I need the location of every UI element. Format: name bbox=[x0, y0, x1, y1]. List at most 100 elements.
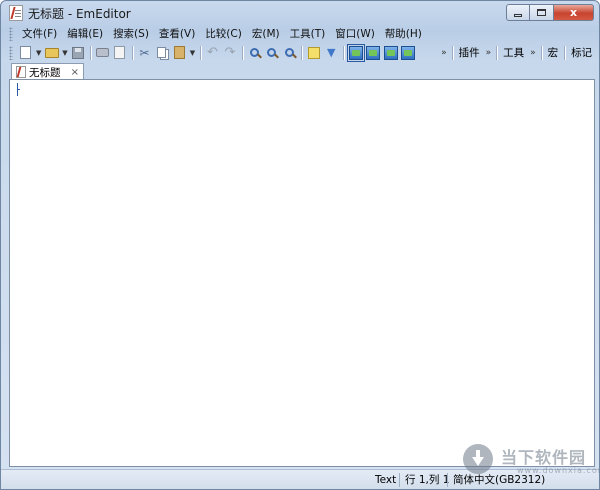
view-mode-icon bbox=[383, 45, 398, 60]
tab-label: 无标题 bbox=[29, 66, 61, 79]
text-caret bbox=[17, 83, 20, 96]
toolbar-separator bbox=[540, 45, 542, 60]
view-button-1[interactable] bbox=[346, 43, 365, 62]
menu-edit[interactable]: 编辑(E) bbox=[62, 25, 108, 43]
find-button[interactable] bbox=[246, 44, 263, 62]
view-mode-icon bbox=[366, 45, 381, 60]
undo-button[interactable]: ↶ bbox=[204, 44, 221, 62]
minimize-button[interactable] bbox=[506, 4, 530, 21]
tab-close-icon[interactable]: × bbox=[71, 67, 79, 78]
open-file-button[interactable] bbox=[43, 44, 60, 62]
minimize-icon bbox=[514, 14, 522, 17]
menu-window[interactable]: 窗口(W) bbox=[330, 25, 380, 43]
redo-icon: ↷ bbox=[224, 45, 236, 60]
save-button[interactable] bbox=[69, 44, 86, 62]
new-file-icon bbox=[20, 46, 32, 59]
window-title: 无标题 - EmEditor bbox=[28, 7, 131, 21]
view-button-4[interactable] bbox=[399, 44, 416, 62]
view-mode-icon bbox=[346, 43, 365, 62]
toolbar-separator bbox=[241, 45, 243, 60]
new-file-dropdown[interactable]: ▼ bbox=[34, 44, 43, 62]
window-controls: x bbox=[506, 4, 594, 22]
menu-compare[interactable]: 比较(C) bbox=[200, 25, 247, 43]
toolbar-separator bbox=[564, 45, 566, 60]
filter-button[interactable]: ▼ bbox=[322, 44, 339, 62]
paste-icon bbox=[173, 46, 185, 59]
tools-toolbar[interactable]: 工具 bbox=[500, 45, 527, 60]
highlight-button[interactable] bbox=[305, 44, 322, 62]
close-button[interactable]: x bbox=[554, 4, 594, 21]
chevron-down-icon: ▼ bbox=[189, 48, 196, 57]
copy-button[interactable] bbox=[153, 44, 170, 62]
marker-toolbar[interactable]: 标记 bbox=[568, 45, 595, 60]
redo-button[interactable]: ↷ bbox=[221, 44, 238, 62]
menu-tools[interactable]: 工具(T) bbox=[285, 25, 331, 43]
toolbar-separator bbox=[131, 45, 133, 60]
menu-search[interactable]: 搜索(S) bbox=[108, 25, 154, 43]
macros-toolbar[interactable]: 宏 bbox=[545, 45, 562, 60]
status-separator bbox=[447, 473, 448, 487]
cut-button[interactable]: ✂ bbox=[136, 44, 153, 62]
document-icon bbox=[16, 66, 26, 78]
tools-overflow-chevron[interactable]: » bbox=[527, 48, 538, 58]
toolbar-separator bbox=[301, 45, 303, 60]
find-previous-button[interactable] bbox=[281, 44, 298, 62]
document-tab[interactable]: 无标题 × bbox=[11, 63, 84, 80]
view-button-2[interactable] bbox=[364, 44, 381, 62]
watermark-name: 当下软件园 bbox=[501, 448, 587, 467]
chevron-down-icon: ▼ bbox=[36, 48, 42, 57]
view-mode-icon bbox=[401, 45, 416, 60]
save-icon bbox=[72, 46, 85, 59]
open-folder-icon bbox=[44, 47, 59, 58]
copy-icon bbox=[157, 47, 167, 58]
find-previous-icon bbox=[284, 48, 294, 57]
main-toolbar: ▼ ▼ ✂ ▼ ↶ ↷ ▼ » 插件 » 工具 » 宏 标记 bbox=[9, 43, 595, 62]
open-file-dropdown[interactable]: ▼ bbox=[61, 44, 70, 62]
menu-macros[interactable]: 宏(M) bbox=[247, 25, 285, 43]
status-position[interactable]: 行 1,列 1 bbox=[401, 472, 453, 488]
toolbar-separator bbox=[199, 45, 201, 60]
scissors-icon: ✂ bbox=[139, 45, 150, 60]
find-next-icon bbox=[267, 48, 277, 57]
view-button-3[interactable] bbox=[382, 44, 399, 62]
close-icon: x bbox=[569, 6, 578, 19]
print-preview-icon bbox=[114, 46, 126, 59]
print-preview-button[interactable] bbox=[111, 44, 128, 62]
document-tab-strip: 无标题 × bbox=[9, 63, 595, 80]
toolbar-separator bbox=[451, 45, 453, 60]
chevron-down-icon: ▼ bbox=[62, 48, 68, 57]
menu-help[interactable]: 帮助(H) bbox=[380, 25, 427, 43]
toolbar-overflow-chevron[interactable]: » bbox=[438, 48, 449, 58]
magnifier-icon bbox=[249, 48, 259, 57]
app-icon[interactable] bbox=[9, 5, 23, 21]
app-window: 无标题 - EmEditor x 文件(F) 编辑(E) 搜索(S) 查看(V)… bbox=[0, 0, 600, 490]
toolbar-grip[interactable] bbox=[9, 45, 13, 60]
new-file-button[interactable] bbox=[17, 44, 34, 62]
print-icon bbox=[95, 48, 109, 57]
plugins-overflow-chevron[interactable]: » bbox=[483, 48, 494, 58]
status-mode[interactable]: Text bbox=[371, 472, 400, 488]
maximize-icon bbox=[537, 9, 546, 16]
paste-dropdown[interactable]: ▼ bbox=[188, 44, 197, 62]
print-button[interactable] bbox=[94, 44, 111, 62]
plugins-toolbar[interactable]: 插件 bbox=[456, 45, 483, 60]
toolbar-separator bbox=[342, 45, 344, 60]
menubar-grip[interactable] bbox=[9, 27, 13, 41]
undo-icon: ↶ bbox=[207, 45, 218, 60]
watermark-url: www.downxia.com bbox=[517, 466, 600, 475]
find-next-button[interactable] bbox=[263, 44, 280, 62]
filter-icon: ▼ bbox=[326, 46, 336, 59]
menu-view[interactable]: 查看(V) bbox=[154, 25, 200, 43]
watermark: 当下软件园 www.downxia.com bbox=[463, 442, 600, 486]
paste-button[interactable] bbox=[171, 44, 188, 62]
toolbar-separator bbox=[89, 45, 91, 60]
menu-bar: 文件(F) 编辑(E) 搜索(S) 查看(V) 比较(C) 宏(M) 工具(T)… bbox=[9, 25, 593, 43]
title-bar[interactable]: 无标题 - EmEditor x bbox=[1, 1, 599, 25]
menu-file[interactable]: 文件(F) bbox=[17, 25, 62, 43]
status-separator bbox=[399, 473, 400, 487]
highlight-icon bbox=[307, 46, 320, 59]
maximize-button[interactable] bbox=[530, 4, 554, 21]
text-editor[interactable] bbox=[9, 79, 595, 467]
download-logo-icon bbox=[463, 444, 493, 474]
toolbar-separator bbox=[496, 45, 498, 60]
